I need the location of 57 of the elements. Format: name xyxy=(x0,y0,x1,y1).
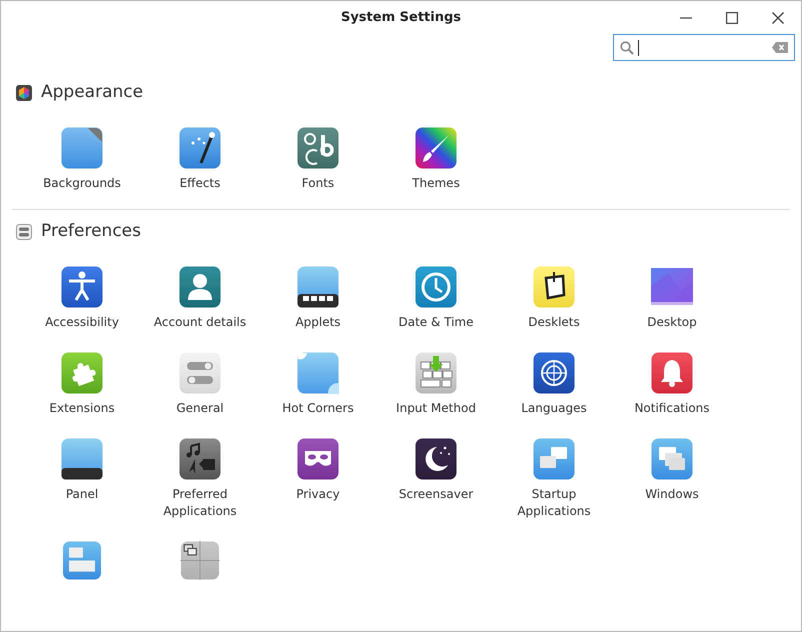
settings-item[interactable]: Privacy xyxy=(259,438,377,520)
settings-item[interactable]: Accessibility xyxy=(23,266,141,331)
puzzle-icon xyxy=(61,352,103,394)
settings-item[interactable]: Desklets xyxy=(495,266,613,331)
toggle-icon xyxy=(16,224,32,240)
settings-item[interactable]: Preferred Applications xyxy=(141,438,259,520)
settings-item[interactable]: Windows xyxy=(613,438,731,520)
globe-icon xyxy=(533,352,575,394)
settings-item[interactable]: Hot Corners xyxy=(259,352,377,417)
close-icon xyxy=(772,12,784,24)
panel-icon xyxy=(297,266,339,308)
corner-icon xyxy=(297,352,339,394)
settings-item[interactable]: Applets xyxy=(259,266,377,331)
page-icon xyxy=(61,127,103,169)
settings-item[interactable]: Backgrounds xyxy=(23,127,141,192)
settings-item[interactable]: Desktop xyxy=(613,266,731,331)
mask-icon xyxy=(297,438,339,480)
user-icon xyxy=(179,266,221,308)
settings-item[interactable]: General xyxy=(141,352,259,417)
person-icon xyxy=(61,266,103,308)
keyboard-icon xyxy=(415,352,457,394)
settings-item[interactable]: Extensions xyxy=(23,352,141,417)
wand-icon xyxy=(179,127,221,169)
section-heading: Appearance xyxy=(41,81,144,104)
section-heading: Preferences xyxy=(41,220,141,244)
settings-item[interactable]: Notifications xyxy=(613,352,731,417)
search-field[interactable] xyxy=(613,34,795,61)
windows-icon xyxy=(533,438,575,480)
settings-item[interactable]: Themes xyxy=(377,127,495,192)
settings-item[interactable]: Input Method xyxy=(377,352,495,417)
layout-icon xyxy=(61,541,103,580)
search-icon xyxy=(620,40,634,54)
maximize-icon xyxy=(726,12,738,24)
screen-icon xyxy=(651,266,693,308)
windows-icon xyxy=(651,438,693,480)
settings-item[interactable]: Startup Applications xyxy=(495,438,613,520)
settings-item[interactable]: Fonts xyxy=(259,127,377,192)
clock-icon xyxy=(415,266,457,308)
settings-item[interactable]: Panel xyxy=(23,438,141,520)
minimize-icon xyxy=(680,16,692,18)
moon-icon xyxy=(415,438,457,480)
settings-item[interactable]: Screensaver xyxy=(377,438,495,520)
tiling-icon xyxy=(179,541,221,580)
typography-icon xyxy=(297,127,339,169)
media-icon xyxy=(179,438,221,480)
brush-icon xyxy=(415,127,457,169)
settings-item[interactable]: Date & Time xyxy=(377,266,495,331)
panel-icon xyxy=(61,438,103,480)
settings-item[interactable]: Account details xyxy=(141,266,259,331)
clear-icon[interactable] xyxy=(772,42,788,53)
palette-icon xyxy=(16,85,32,101)
window-title: System Settings xyxy=(340,8,462,27)
settings-item[interactable]: Effects xyxy=(141,127,259,192)
bell-icon xyxy=(651,352,693,394)
toggle-icon xyxy=(179,352,221,394)
note-icon xyxy=(533,266,575,308)
settings-item[interactable]: Languages xyxy=(495,352,613,417)
